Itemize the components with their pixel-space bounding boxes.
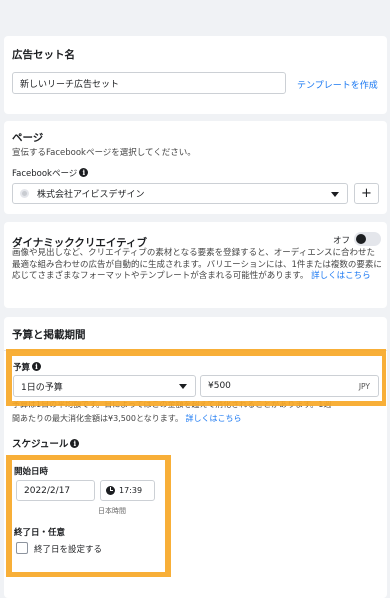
budget-label: 予算 i: [13, 361, 42, 373]
dynamic-creative-card: ダイナミッククリエイティブ オフ 画像や見出しなど、クリエイティブの素材となる要…: [4, 222, 387, 308]
budget-note-text: 間あたりの最大消化金額は¥3,500となります。: [12, 414, 183, 423]
budget-amount-input[interactable]: ¥500 JPY: [200, 375, 379, 397]
budget-type-select[interactable]: 1日の予算: [13, 375, 196, 397]
adset-name-input[interactable]: 新しいリーチ広告セット: [12, 72, 286, 94]
facebook-page-label: Facebookページ i: [12, 167, 89, 179]
budget-note: 間あたりの最大消化金額は¥3,500となります。 詳しくはこちら: [12, 413, 242, 424]
page-heading: ページ: [12, 132, 44, 144]
budget-learn-more-link[interactable]: 詳しくはこちら: [186, 414, 242, 423]
schedule-heading: スケジュール i: [12, 436, 80, 450]
timezone-label: 日本時間: [98, 507, 126, 515]
page-description: 宣伝するFacebookページを選択してください。: [12, 148, 196, 158]
dynamic-creative-toggle-label: オフ: [333, 236, 351, 246]
info-icon: i: [79, 168, 89, 177]
budget-heading: 予算と掲載期間: [12, 329, 86, 341]
plus-icon: +: [361, 186, 372, 201]
end-date-checkbox-label: 終了日を設定する: [34, 545, 103, 555]
add-page-button[interactable]: +: [354, 183, 379, 204]
dynamic-creative-description: 画像や見出しなど、クリエイティブの素材となる要素を登録すると、オーディエンスに合…: [12, 248, 382, 283]
budget-label-text: 予算: [13, 363, 31, 373]
budget-panel: 予算 i 1日の予算 ¥500 JPY: [12, 356, 382, 401]
toggle-knob: [356, 234, 366, 244]
adset-name-card: 広告セット名 新しいリーチ広告セット テンプレートを作成: [4, 36, 387, 114]
selected-page-name: 株式会社アイビスデザイン: [37, 190, 145, 200]
facebook-page-label-text: Facebookページ: [12, 169, 78, 179]
start-time-input[interactable]: 17:39: [100, 480, 155, 501]
end-label: 終了日・任意: [14, 528, 66, 538]
create-template-link[interactable]: テンプレートを作成: [297, 78, 378, 91]
chevron-down-icon: [331, 192, 339, 197]
clock-icon: [106, 486, 115, 495]
page-avatar-icon: [20, 189, 29, 198]
info-icon: i: [70, 439, 80, 448]
start-time-value: 17:39: [119, 486, 143, 495]
budget-currency: JPY: [358, 382, 370, 391]
chevron-down-icon: [179, 384, 187, 389]
info-icon: i: [32, 362, 42, 371]
schedule-heading-text: スケジュール: [12, 439, 69, 450]
page-card: ページ 宣伝するFacebookページを選択してください。 Facebookペー…: [4, 121, 387, 214]
facebook-page-select[interactable]: 株式会社アイビスデザイン: [12, 183, 348, 204]
dynamic-creative-toggle[interactable]: [354, 232, 381, 246]
dynamic-creative-learn-more-link[interactable]: 詳しくはこちら: [311, 271, 371, 281]
budget-type-value: 1日の予算: [21, 382, 63, 393]
budget-amount-value: ¥500: [208, 381, 231, 391]
start-label: 開始日時: [14, 467, 49, 477]
end-date-checkbox[interactable]: [16, 542, 28, 554]
adset-name-heading: 広告セット名: [12, 49, 75, 61]
start-date-input[interactable]: 2022/2/17: [16, 480, 95, 501]
schedule-panel: 開始日時 2022/2/17 17:39 日本時間 終了日・任意 終了日を設定す…: [12, 460, 165, 572]
